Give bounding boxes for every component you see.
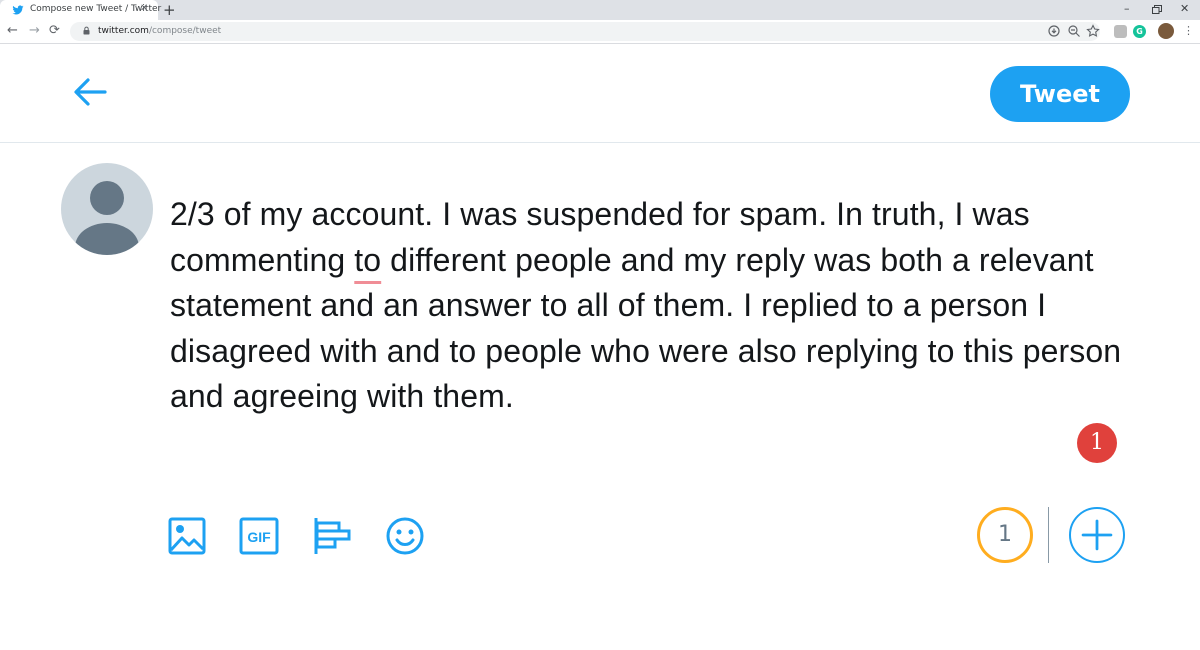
browser-menu-icon[interactable]: ⋮ [1183,24,1194,38]
back-arrow-icon[interactable] [72,77,108,107]
tweet-text-input[interactable]: 2/3 of my account. I was suspended for s… [170,192,1130,420]
browser-reload-icon[interactable]: ⟳ [49,23,60,39]
tab-close-icon[interactable]: ✕ [140,3,148,15]
svg-text:GIF: GIF [247,529,271,545]
emoji-icon[interactable] [385,516,425,556]
poll-icon[interactable] [313,516,353,556]
browser-back-icon[interactable]: ← [7,23,18,39]
install-icon[interactable] [1047,24,1061,38]
new-tab-button[interactable]: + [163,1,176,19]
tweet-button[interactable]: Tweet [990,66,1130,122]
profile-avatar[interactable] [1158,23,1174,39]
url-text: twitter.com/compose/tweet [98,26,221,36]
browser-tab[interactable]: Compose new Tweet / Twitter ✕ [0,0,161,20]
notification-badge: 1 [1077,423,1117,463]
avatar-head [90,181,124,215]
gif-icon[interactable]: GIF [239,516,279,556]
browser-tabbar: Compose new Tweet / Twitter ✕ + – ✕ [0,0,1200,20]
extension-icon[interactable] [1114,25,1127,38]
window-restore-icon[interactable] [1152,5,1162,14]
avatar [61,163,153,255]
browser-toolbar: ← → ⟳ twitter.com/compose/tweet G ⋮ [0,20,1200,44]
window-close-button[interactable]: ✕ [1180,2,1189,16]
spellcheck-word[interactable]: to [354,242,381,278]
bookmark-star-icon[interactable] [1086,24,1100,38]
window-minimize-button[interactable]: – [1124,2,1130,16]
grammarly-icon[interactable]: G [1133,25,1146,38]
twitter-bird-icon [12,5,24,15]
compose-page: Tweet 2/3 of my account. I was suspended… [0,45,1200,650]
url-path: /compose/tweet [148,26,222,36]
avatar-body [75,223,139,255]
lock-icon [83,26,90,35]
toolbar-divider [1048,507,1049,563]
url-host: twitter.com [98,26,149,36]
browser-forward-icon[interactable]: → [29,23,40,39]
media-icon[interactable] [167,516,207,556]
add-icon[interactable] [1069,507,1125,563]
thread-counter: 1 [977,507,1033,563]
compose-header: Tweet [0,45,1200,143]
address-bar[interactable]: twitter.com/compose/tweet [70,22,1100,41]
zoom-icon[interactable] [1067,24,1081,38]
